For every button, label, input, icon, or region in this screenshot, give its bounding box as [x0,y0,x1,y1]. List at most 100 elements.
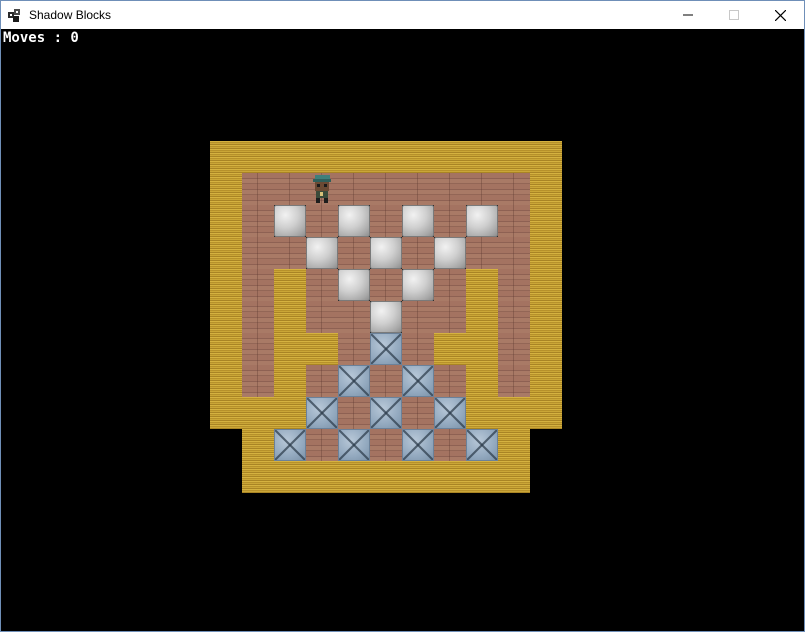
wall-tile [498,141,530,173]
wall-tile [210,269,242,301]
floor-tile [274,173,306,205]
wall-tile [530,173,562,205]
floor-tile [402,397,434,429]
floor-tile [338,333,370,365]
floor-tile [402,301,434,333]
floor-tile [306,429,338,461]
minimize-button[interactable] [665,1,711,29]
goal-tile [274,429,306,461]
floor-tile [402,237,434,269]
wall-tile [274,461,306,493]
wall-tile [466,397,498,429]
maximize-icon [729,10,739,20]
wall-tile [306,141,338,173]
wall-tile [530,141,562,173]
wall-tile [530,397,562,429]
floor-tile [402,333,434,365]
box-tile [370,237,402,269]
box-tile [338,205,370,237]
floor-tile [466,173,498,205]
wall-tile [242,141,274,173]
wall-tile [210,141,242,173]
wall-tile [530,301,562,333]
floor-tile [498,333,530,365]
floor-tile [338,397,370,429]
floor-tile [242,365,274,397]
floor-tile [242,237,274,269]
wall-tile [274,301,306,333]
close-icon [774,9,786,21]
wall-tile [434,461,466,493]
goal-tile [370,333,402,365]
floor-tile [498,237,530,269]
wall-tile [530,365,562,397]
floor-tile [434,173,466,205]
game-canvas[interactable]: Moves : 0 [1,29,804,631]
wall-tile [274,333,306,365]
goal-tile [402,429,434,461]
floor-tile [434,429,466,461]
box-tile [274,205,306,237]
box-tile [338,269,370,301]
title-bar[interactable]: Shadow Blocks [1,1,804,29]
wall-tile [338,141,370,173]
goal-tile [466,429,498,461]
floor-tile [370,205,402,237]
wall-tile [210,333,242,365]
wall-tile [210,397,242,429]
box-tile [402,205,434,237]
maximize-button[interactable] [711,1,757,29]
wall-tile [530,333,562,365]
goal-tile [434,397,466,429]
wall-tile [466,333,498,365]
moves-counter: Moves : 0 [3,30,79,46]
floor-tile [338,173,370,205]
box-tile [402,269,434,301]
floor-tile [466,237,498,269]
box-tile [466,205,498,237]
wall-tile [306,461,338,493]
wall-tile [498,397,530,429]
wall-tile [306,333,338,365]
wall-tile [370,461,402,493]
floor-tile [242,173,274,205]
floor-tile [338,301,370,333]
wall-tile [370,141,402,173]
box-tile [306,237,338,269]
wall-tile [434,333,466,365]
box-tile [434,237,466,269]
floor-tile [370,173,402,205]
wall-tile [242,429,274,461]
box-tile [370,301,402,333]
wall-tile [210,365,242,397]
floor-tile [306,365,338,397]
floor-tile [338,237,370,269]
wall-tile [210,301,242,333]
close-button[interactable] [757,1,803,29]
floor-tile [306,205,338,237]
floor-tile [434,269,466,301]
wall-tile [466,301,498,333]
wall-tile [338,461,370,493]
floor-tile [306,301,338,333]
floor-tile [402,173,434,205]
goal-tile [306,397,338,429]
goal-tile [370,397,402,429]
wall-tile [466,461,498,493]
wall-tile [530,237,562,269]
floor-tile [242,269,274,301]
wall-tile [210,173,242,205]
floor-tile [242,205,274,237]
goal-tile [402,365,434,397]
floor-tile [498,365,530,397]
wall-tile [402,141,434,173]
goal-tile [338,429,370,461]
floor-tile [306,269,338,301]
floor-tile [242,333,274,365]
wall-tile [242,397,274,429]
floor-tile [274,237,306,269]
player-character [313,175,331,203]
wall-tile [274,365,306,397]
app-icon [8,9,20,22]
wall-tile [498,429,530,461]
